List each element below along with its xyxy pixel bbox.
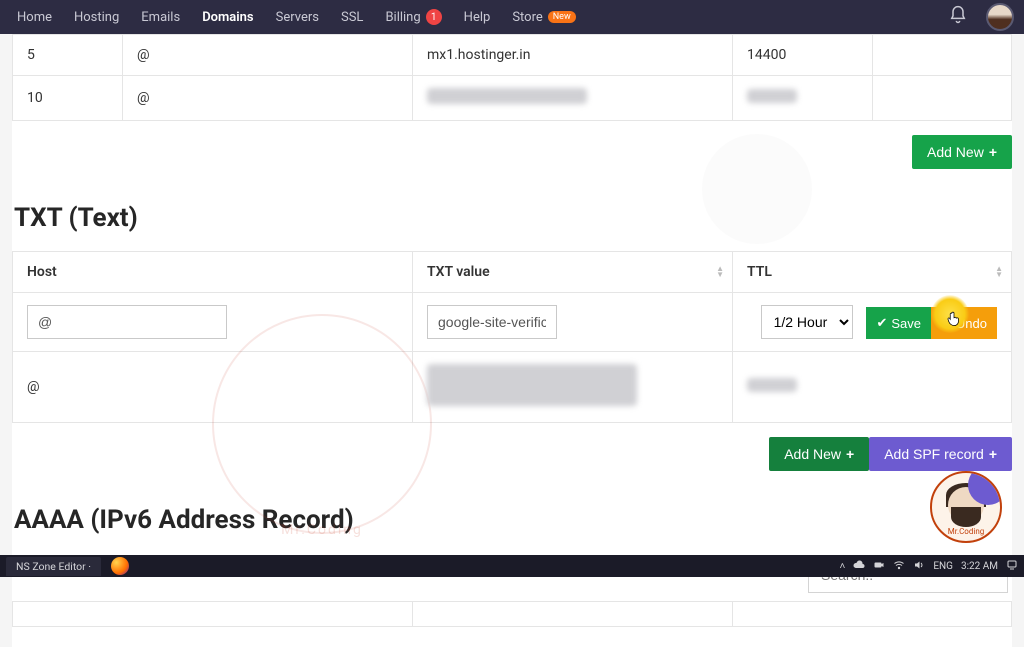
txt-add-spf-button[interactable]: Add SPF record+ [869, 437, 1012, 471]
firefox-icon[interactable] [111, 557, 129, 575]
txt-table: Host TXT value ▲▼ TTL ▲▼ 1/2 Hour [12, 251, 1012, 423]
tray-time[interactable]: 3:22 AM [961, 561, 998, 572]
taskbar-tab[interactable]: NS Zone Editor · [6, 557, 101, 576]
tray-cloud-icon[interactable] [853, 559, 865, 574]
col-host[interactable] [13, 602, 413, 627]
tray-camera-icon[interactable] [873, 559, 885, 574]
col-ttl[interactable] [733, 602, 1012, 627]
brand-avatar: Mr.Coding [930, 471, 1002, 543]
mx-add-new-button[interactable]: Add New+ [912, 135, 1012, 169]
sort-icon: ▲▼ [995, 266, 1003, 278]
tray-notifications-icon[interactable] [1006, 559, 1018, 574]
taskbar: NS Zone Editor · ˄ ENG 3:22 AM [0, 555, 1024, 577]
col-value[interactable] [413, 602, 733, 627]
txt-ttl [733, 352, 1012, 423]
nav-billing[interactable]: Billing 1 [374, 0, 452, 34]
mx-ttl: 14400 [733, 35, 873, 76]
txt-edit-row: 1/2 Hour ✔Save ↶Undo [13, 293, 1012, 352]
nav-items: Home Hosting Emails Domains Servers SSL … [6, 0, 587, 34]
col-host[interactable]: Host [13, 252, 413, 293]
aaaa-header-row [13, 602, 1012, 627]
mx-priority: 10 [13, 76, 123, 121]
txt-add-new-button[interactable]: Add New+ [769, 437, 869, 471]
mx-points [413, 76, 733, 121]
plus-icon: + [989, 446, 997, 462]
txt-existing-row: @ [13, 352, 1012, 423]
txt-save-button[interactable]: ✔Save [866, 307, 931, 339]
table-row: 10 @ [13, 76, 1012, 121]
txt-value-input[interactable] [427, 305, 557, 339]
nav-hosting[interactable]: Hosting [63, 0, 130, 34]
txt-value [413, 352, 733, 423]
mx-points: mx1.hostinger.in [413, 35, 733, 76]
col-value[interactable]: TXT value ▲▼ [413, 252, 733, 293]
sort-icon: ▲▼ [716, 266, 724, 278]
billing-badge: 1 [426, 9, 442, 25]
table-row: 5 @ mx1.hostinger.in 14400 [13, 35, 1012, 76]
nav-help[interactable]: Help [453, 0, 502, 34]
system-tray[interactable]: ˄ ENG 3:22 AM [839, 559, 1018, 574]
mx-actions [873, 76, 1012, 121]
top-nav: Home Hosting Emails Domains Servers SSL … [0, 0, 1024, 34]
mx-actions [873, 35, 1012, 76]
txt-host: @ [13, 352, 413, 423]
txt-host-input[interactable] [27, 305, 227, 339]
txt-ttl-select[interactable]: 1/2 Hour [761, 305, 853, 339]
mx-priority: 5 [13, 35, 123, 76]
tray-wifi-icon[interactable] [893, 559, 905, 574]
tray-lang[interactable]: ENG [933, 561, 953, 572]
store-new-badge: New [548, 11, 576, 23]
mx-table: 5 @ mx1.hostinger.in 14400 10 @ [12, 34, 1012, 121]
check-icon: ✔ [876, 315, 887, 331]
plus-icon: + [846, 446, 854, 462]
nav-emails[interactable]: Emails [130, 0, 191, 34]
nav-ssl[interactable]: SSL [330, 0, 374, 34]
aaaa-section-title: AAAA (IPv6 Address Record) [14, 505, 1012, 535]
mx-host: @ [123, 76, 413, 121]
tray-volume-icon[interactable] [913, 559, 925, 574]
nav-servers[interactable]: Servers [265, 0, 330, 34]
mx-host: @ [123, 35, 413, 76]
nav-domains[interactable]: Domains [191, 0, 264, 34]
txt-undo-button[interactable]: ↶Undo [931, 307, 997, 339]
col-ttl[interactable]: TTL ▲▼ [733, 252, 1012, 293]
user-avatar[interactable] [986, 3, 1014, 31]
mx-ttl [733, 76, 873, 121]
tray-chevron-icon[interactable]: ˄ [839, 561, 845, 572]
aaaa-table [12, 601, 1012, 627]
nav-home[interactable]: Home [6, 0, 63, 34]
txt-header-row: Host TXT value ▲▼ TTL ▲▼ [13, 252, 1012, 293]
txt-section-title: TXT (Text) [14, 203, 1012, 233]
plus-icon: + [989, 144, 997, 160]
undo-icon: ↶ [941, 315, 952, 331]
nav-store[interactable]: Store New [501, 0, 586, 34]
bell-icon[interactable] [948, 5, 968, 29]
